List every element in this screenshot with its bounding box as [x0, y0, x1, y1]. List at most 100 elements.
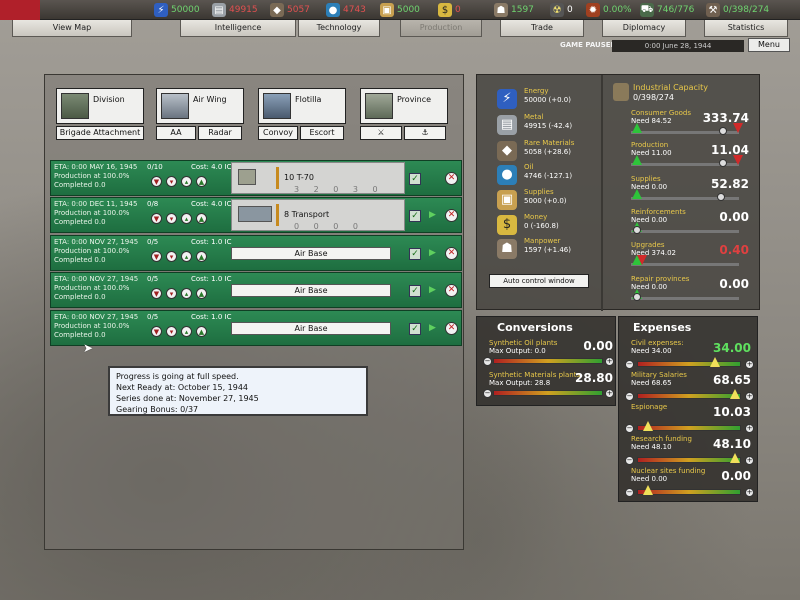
- move-bottom-button[interactable]: ▼: [151, 326, 162, 337]
- conversion-bar[interactable]: [493, 390, 603, 396]
- res-oil[interactable]: ● 4743: [326, 0, 366, 20]
- res-dissent[interactable]: ✹ 0.00%: [586, 0, 632, 20]
- decrease-button[interactable]: −: [625, 392, 634, 401]
- slider-knob[interactable]: [633, 293, 641, 301]
- move-top-button[interactable]: ▲: [196, 213, 207, 224]
- move-up-button[interactable]: ▴: [181, 288, 192, 299]
- queue-row[interactable]: ETA: 0:00 NOV 27, 1945 Production at 100.…: [50, 272, 462, 308]
- move-down-button[interactable]: ▾: [166, 288, 177, 299]
- res-supplies[interactable]: ▣ 5000: [380, 0, 420, 20]
- move-down-button[interactable]: ▾: [166, 213, 177, 224]
- decrease-button[interactable]: −: [625, 424, 634, 433]
- queue-row[interactable]: ETA: 0:00 DEC 11, 1945 Production at 100.…: [50, 197, 462, 233]
- move-bottom-button[interactable]: ▼: [151, 251, 162, 262]
- expense-bar[interactable]: [637, 361, 741, 367]
- increase-button[interactable]: +: [745, 424, 754, 433]
- move-top-button[interactable]: ▲: [196, 288, 207, 299]
- delete-button[interactable]: ✕: [445, 247, 458, 260]
- tab-production[interactable]: Production: [400, 20, 482, 37]
- convoy-button[interactable]: Convoy: [258, 126, 298, 140]
- fortification-button[interactable]: ⚔: [360, 126, 402, 140]
- increase-button[interactable]: +: [745, 488, 754, 497]
- escort-button[interactable]: Escort: [300, 126, 344, 140]
- air-wing-button[interactable]: Air Wing: [156, 88, 244, 124]
- delete-button[interactable]: ✕: [445, 172, 458, 185]
- move-up-button[interactable]: ▴: [181, 213, 192, 224]
- move-bottom-button[interactable]: ▼: [151, 176, 162, 187]
- province-button[interactable]: Province: [360, 88, 448, 124]
- increase-button[interactable]: +: [745, 360, 754, 369]
- queue-row[interactable]: ETA: 0:00 MAY 16, 1945 Production at 100.…: [50, 160, 462, 196]
- res-metal[interactable]: ▤ 49915: [212, 0, 258, 20]
- play-icon[interactable]: ▶: [429, 323, 436, 333]
- res-manpower[interactable]: ☗ 1597: [494, 0, 534, 20]
- expense-bar[interactable]: [637, 457, 741, 463]
- checkmark-icon[interactable]: ✓: [409, 210, 421, 222]
- unit-name[interactable]: Air Base: [231, 247, 391, 260]
- slider-knob[interactable]: [717, 193, 725, 201]
- tab-trade[interactable]: Trade: [500, 20, 584, 37]
- move-up-button[interactable]: ▴: [181, 326, 192, 337]
- unit-name[interactable]: Air Base: [231, 322, 391, 335]
- res-rare[interactable]: ◆ 5057: [270, 0, 310, 20]
- checkmark-icon[interactable]: ✓: [409, 285, 421, 297]
- slider-production[interactable]: Production Need 11.00 11.04: [607, 141, 753, 173]
- queue-row[interactable]: ETA: 0:00 NOV 27, 1945 Production at 100.…: [50, 310, 462, 346]
- conversion-bar[interactable]: [493, 358, 603, 364]
- queue-row[interactable]: ETA: 0:00 NOV 27, 1945 Production at 100.…: [50, 235, 462, 271]
- checkmark-icon[interactable]: ✓: [409, 323, 421, 335]
- res-nuclear[interactable]: ☢ 0: [550, 0, 573, 20]
- radar-button[interactable]: Radar: [198, 126, 242, 140]
- move-down-button[interactable]: ▾: [166, 326, 177, 337]
- checkmark-icon[interactable]: ✓: [409, 173, 421, 185]
- tab-view-map[interactable]: View Map: [12, 20, 132, 37]
- naval-base-button[interactable]: ⚓: [404, 126, 446, 140]
- decrease-button[interactable]: −: [483, 389, 492, 398]
- res-transport[interactable]: ⛟ 746/776: [640, 0, 694, 20]
- move-up-button[interactable]: ▴: [181, 251, 192, 262]
- expense-bar[interactable]: [637, 393, 741, 399]
- move-down-button[interactable]: ▾: [166, 176, 177, 187]
- checkmark-icon[interactable]: ✓: [409, 248, 421, 260]
- move-top-button[interactable]: ▲: [196, 326, 207, 337]
- slider-knob[interactable]: [719, 159, 727, 167]
- division-button[interactable]: Division: [56, 88, 144, 124]
- play-icon[interactable]: ▶: [429, 210, 436, 220]
- move-down-button[interactable]: ▾: [166, 251, 177, 262]
- delete-button[interactable]: ✕: [445, 322, 458, 335]
- tab-technology[interactable]: Technology: [298, 20, 380, 37]
- unit-name[interactable]: Air Base: [231, 284, 391, 297]
- delete-button[interactable]: ✕: [445, 209, 458, 222]
- move-top-button[interactable]: ▲: [196, 176, 207, 187]
- increase-button[interactable]: +: [745, 456, 754, 465]
- slider-reinforcements[interactable]: Reinforcements Need 0.00 0.00: [607, 208, 753, 240]
- slider-knob[interactable]: [633, 226, 641, 234]
- res-energy[interactable]: ⚡ 50000: [154, 0, 200, 20]
- decrease-button[interactable]: −: [625, 488, 634, 497]
- increase-button[interactable]: +: [745, 392, 754, 401]
- tab-intelligence[interactable]: Intelligence: [180, 20, 296, 37]
- move-bottom-button[interactable]: ▼: [151, 288, 162, 299]
- decrease-button[interactable]: −: [483, 357, 492, 366]
- move-top-button[interactable]: ▲: [196, 251, 207, 262]
- brigade-attachment-button[interactable]: Brigade Attachment: [56, 126, 144, 140]
- res-money[interactable]: $0: [438, 0, 461, 20]
- tab-statistics[interactable]: Statistics: [704, 20, 788, 37]
- move-up-button[interactable]: ▴: [181, 176, 192, 187]
- slider-consumer-goods[interactable]: Consumer Goods Need 84.52 333.74: [607, 109, 753, 141]
- auto-control-button[interactable]: Auto control window: [489, 274, 589, 288]
- aa-button[interactable]: AA: [156, 126, 196, 140]
- slider-upgrades[interactable]: Upgrades Need 374.02 0.40: [607, 241, 753, 273]
- decrease-button[interactable]: −: [625, 456, 634, 465]
- slider-knob[interactable]: [719, 127, 727, 135]
- increase-button[interactable]: +: [605, 389, 614, 398]
- play-icon[interactable]: ▶: [429, 285, 436, 295]
- res-ic[interactable]: ⚒ 0/398/274: [706, 0, 769, 20]
- menu-button[interactable]: Menu: [748, 38, 790, 52]
- unit-box[interactable]: 8 Transport 0 0 0 0: [231, 199, 405, 231]
- slider-repair-provinces[interactable]: Repair provinces Need 0.00 0.00: [607, 275, 753, 307]
- slider-supplies[interactable]: Supplies Need 0.00 52.82: [607, 175, 753, 207]
- flotilla-button[interactable]: Flotilla: [258, 88, 346, 124]
- decrease-button[interactable]: −: [625, 360, 634, 369]
- move-bottom-button[interactable]: ▼: [151, 213, 162, 224]
